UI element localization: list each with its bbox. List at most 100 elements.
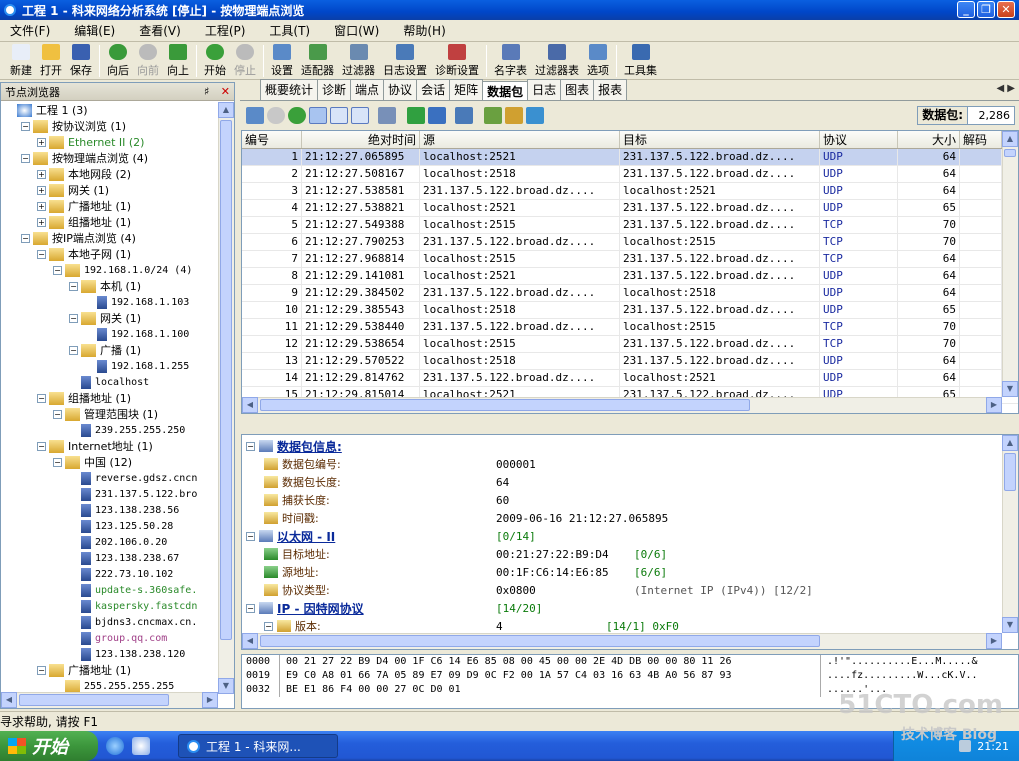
tree-node[interactable]: − 本机 (1) bbox=[1, 278, 218, 294]
decode-node[interactable]: 数据包长度: 64 bbox=[246, 473, 1002, 491]
packet-row[interactable]: 5 21:12:27.549388 localhost:2515 231.137.5.… bbox=[242, 217, 1018, 234]
menu-item[interactable]: 工程(P) bbox=[205, 22, 246, 39]
scroll-up-icon[interactable]: ▲ bbox=[218, 102, 234, 118]
decode-icon[interactable] bbox=[505, 107, 523, 124]
packet-row[interactable]: 8 21:12:29.141081 localhost:2521 231.137.5.… bbox=[242, 268, 1018, 285]
column-header[interactable]: 目标 bbox=[620, 131, 820, 148]
packet-row[interactable]: 6 21:12:27.790253 231.137.5.122.broad.dz..… bbox=[242, 234, 1018, 251]
column-settings-icon[interactable] bbox=[378, 107, 396, 124]
tab-0[interactable]: 概要统计 bbox=[260, 79, 319, 100]
tree-node[interactable]: 231.137.5.122.bro bbox=[1, 486, 218, 502]
start-button[interactable]: 开始 bbox=[204, 44, 226, 78]
decode-scroll-up-icon[interactable]: ▲ bbox=[1002, 435, 1018, 451]
decode-scroll-right-icon[interactable]: ▶ bbox=[986, 633, 1002, 649]
packet-vscroll-thumb[interactable] bbox=[1004, 149, 1016, 157]
packet-hscrollbar[interactable]: ◀ ▶ bbox=[242, 397, 1002, 413]
new-button[interactable]: 新建 bbox=[10, 44, 32, 78]
tree-node[interactable]: 123.138.238.67 bbox=[1, 550, 218, 566]
tab-9[interactable]: 报表 bbox=[593, 79, 628, 100]
decode-vscrollbar[interactable]: ▲ ▼ bbox=[1002, 435, 1018, 633]
decode-node[interactable]: − 数据包信息: bbox=[246, 437, 1002, 455]
tree-node[interactable]: 工程 1 (3) bbox=[1, 102, 218, 118]
ie-icon[interactable] bbox=[106, 737, 124, 755]
decode-scroll-down-icon[interactable]: ▼ bbox=[1002, 617, 1018, 633]
packet-hscroll-thumb[interactable] bbox=[260, 399, 750, 411]
packet-vscrollbar[interactable]: ▲ ▼ bbox=[1002, 131, 1018, 397]
tree-vscroll-thumb[interactable] bbox=[220, 120, 232, 640]
tab-6[interactable]: 数据包 bbox=[482, 81, 529, 100]
packet-scroll-up-icon[interactable]: ▲ bbox=[1002, 131, 1018, 147]
diagnosis-settings-button[interactable]: 诊断设置 bbox=[435, 44, 479, 78]
decode-hscroll-thumb[interactable] bbox=[260, 635, 820, 647]
tab-7[interactable]: 日志 bbox=[527, 79, 562, 100]
column-header[interactable]: 协议 bbox=[820, 131, 898, 148]
decode-hscrollbar[interactable]: ◀ ▶ bbox=[242, 633, 1002, 649]
menu-item[interactable]: 工具(T) bbox=[269, 22, 310, 39]
tree-node[interactable]: 192.168.1.255 bbox=[1, 358, 218, 374]
packet-row[interactable]: 4 21:12:27.538821 localhost:2521 231.137.5.… bbox=[242, 200, 1018, 217]
scroll-right-icon[interactable]: ▶ bbox=[202, 692, 218, 708]
toolset-button[interactable]: 工具集 bbox=[624, 44, 657, 78]
log-settings-button[interactable]: 日志设置 bbox=[383, 44, 427, 78]
tree-vscrollbar[interactable]: ▲ ▼ bbox=[218, 102, 234, 694]
tab-3[interactable]: 协议 bbox=[383, 79, 418, 100]
tree-node[interactable]: − 管理范围块 (1) bbox=[1, 406, 218, 422]
tree-node[interactable]: + 本地网段 (2) bbox=[1, 166, 218, 182]
forward-arrow-icon[interactable] bbox=[288, 107, 306, 124]
adapter-button[interactable]: 适配器 bbox=[301, 44, 334, 78]
menu-item[interactable]: 窗口(W) bbox=[334, 22, 379, 39]
name-table-button[interactable]: 名字表 bbox=[494, 44, 527, 78]
close-button[interactable]: ✕ bbox=[997, 1, 1015, 18]
collapse-icon[interactable]: − bbox=[53, 265, 62, 275]
decode-node[interactable]: 目标地址: 00:21:27:22:B9:D4 [0/6] bbox=[246, 545, 1002, 563]
hex-view-icon[interactable] bbox=[351, 107, 369, 124]
scroll-down-icon[interactable]: ▼ bbox=[218, 678, 234, 694]
panel-close-icon[interactable]: ✕ bbox=[221, 85, 230, 98]
pin-icon[interactable]: ♯ bbox=[204, 85, 209, 98]
collapse-icon[interactable]: − bbox=[246, 531, 255, 541]
collapse-icon[interactable]: − bbox=[21, 121, 30, 131]
collapse-icon[interactable]: − bbox=[37, 665, 46, 675]
tree-hscroll-thumb[interactable] bbox=[19, 694, 169, 706]
maximize-button[interactable]: ❐ bbox=[977, 1, 995, 18]
decode-node[interactable]: 数据包编号: 000001 bbox=[246, 455, 1002, 473]
refresh-icon[interactable] bbox=[526, 107, 544, 124]
decode-node[interactable]: 协议类型: 0x0800 (Internet IP (IPv4)) [12/2] bbox=[246, 581, 1002, 599]
up-button[interactable]: 向上 bbox=[167, 44, 189, 78]
tree-node[interactable]: − 按IP端点浏览 (4) bbox=[1, 230, 218, 246]
tab-scroll-arrows-icon[interactable]: ◀ ▶ bbox=[996, 83, 1015, 94]
menu-item[interactable]: 帮助(H) bbox=[403, 22, 445, 39]
tree-node[interactable]: − 按协议浏览 (1) bbox=[1, 118, 218, 134]
column-header[interactable]: 解码 bbox=[960, 131, 1002, 148]
expand-icon[interactable]: + bbox=[37, 185, 46, 195]
packet-row[interactable]: 1 21:12:27.065895 localhost:2521 231.137.5.… bbox=[242, 149, 1018, 166]
packet-row[interactable]: 9 21:12:29.384502 231.137.5.122.broad.dz..… bbox=[242, 285, 1018, 302]
packet-row[interactable]: 3 21:12:27.538581 231.137.5.122.broad.dz..… bbox=[242, 183, 1018, 200]
decode-node[interactable]: 捕获长度: 60 bbox=[246, 491, 1002, 509]
tree-node[interactable]: 123.138.238.120 bbox=[1, 646, 218, 662]
collapse-icon[interactable]: − bbox=[53, 457, 62, 467]
tree-node[interactable]: 123.125.50.28 bbox=[1, 518, 218, 534]
packet-nav-icon[interactable] bbox=[246, 107, 264, 124]
collapse-icon[interactable]: − bbox=[69, 281, 78, 291]
tree-node[interactable]: + Ethernet II (2) bbox=[1, 134, 218, 150]
tree-node[interactable]: group.qq.com bbox=[1, 630, 218, 646]
collapse-icon[interactable]: − bbox=[264, 621, 273, 631]
packet-row[interactable]: 13 21:12:29.570522 localhost:2518 231.137.5… bbox=[242, 353, 1018, 370]
collapse-icon[interactable]: − bbox=[21, 153, 30, 163]
tree-node[interactable]: 202.106.0.20 bbox=[1, 534, 218, 550]
packet-row[interactable]: 10 21:12:29.385543 localhost:2518 231.137.5… bbox=[242, 302, 1018, 319]
decode-node[interactable]: 时间戳: 2009-06-16 21:12:27.065895 bbox=[246, 509, 1002, 527]
tree-node[interactable]: − 广播地址 (1) bbox=[1, 662, 218, 678]
collapse-icon[interactable]: − bbox=[37, 249, 46, 259]
tree-node[interactable]: 222.73.10.102 bbox=[1, 566, 218, 582]
packet-scroll-right-icon[interactable]: ▶ bbox=[986, 397, 1002, 413]
stop-button[interactable]: 停止 bbox=[234, 44, 256, 78]
tree-node[interactable]: − 组播地址 (1) bbox=[1, 390, 218, 406]
filter-table-button[interactable]: 过滤器表 bbox=[535, 44, 579, 78]
minimize-button[interactable]: _ bbox=[957, 1, 975, 18]
decode-node[interactable]: − IP - 因特网协议 [14/20] bbox=[246, 599, 1002, 617]
tree-node[interactable]: − 192.168.1.0/24 (4) bbox=[1, 262, 218, 278]
back-arrow-icon[interactable] bbox=[267, 107, 285, 124]
goto-packet-icon[interactable] bbox=[428, 107, 446, 124]
